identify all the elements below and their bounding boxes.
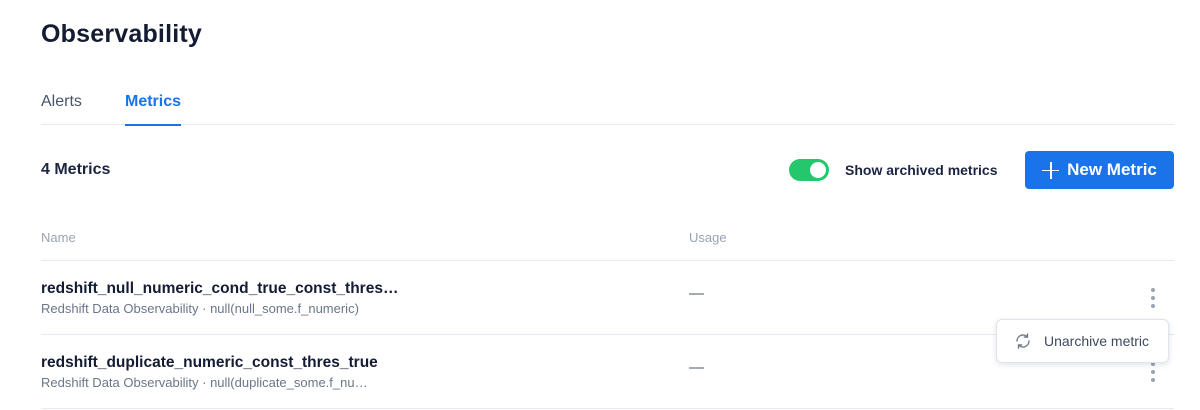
show-archived-toggle[interactable]	[789, 159, 829, 181]
new-metric-label: New Metric	[1067, 160, 1157, 179]
page-title: Observability	[41, 20, 202, 48]
metric-source: Redshift Data Observability · null(dupli…	[41, 375, 368, 390]
column-header-name: Name	[41, 230, 76, 245]
plus-icon	[1042, 161, 1060, 179]
tab-bar: Alerts Metrics	[41, 92, 1174, 126]
show-archived-label: Show archived metrics	[845, 162, 998, 178]
metric-name[interactable]: redshift_duplicate_numeric_const_thres_t…	[41, 354, 378, 372]
table-header: Name Usage	[41, 222, 1174, 261]
unarchive-metric-menu-item[interactable]: Unarchive metric	[996, 319, 1169, 363]
metric-source: Redshift Data Observability · null(null_…	[41, 301, 359, 316]
metric-usage: —	[689, 359, 704, 376]
tab-alerts[interactable]: Alerts	[41, 92, 82, 125]
more-options-icon[interactable]	[1150, 288, 1156, 308]
metric-name[interactable]: redshift_null_numeric_cond_true_const_th…	[41, 280, 398, 298]
new-metric-button[interactable]: New Metric	[1025, 151, 1174, 189]
metric-usage: —	[689, 285, 704, 302]
column-header-usage: Usage	[689, 230, 727, 245]
tab-metrics[interactable]: Metrics	[125, 92, 182, 126]
more-options-icon[interactable]	[1150, 362, 1156, 382]
unarchive-metric-label: Unarchive metric	[1044, 333, 1150, 349]
toggle-knob	[810, 162, 826, 178]
refresh-icon	[1016, 333, 1030, 349]
metrics-count: 4 Metrics	[41, 161, 111, 178]
metrics-table: Name Usage redshift_null_numeric_cond_tr…	[41, 222, 1174, 409]
